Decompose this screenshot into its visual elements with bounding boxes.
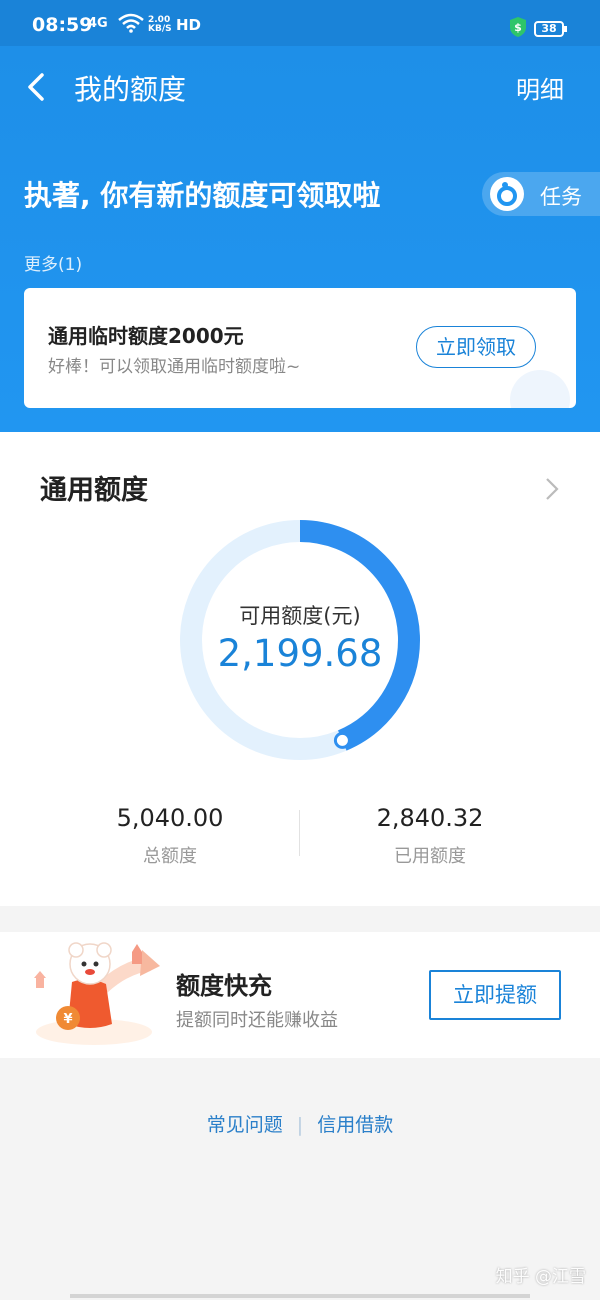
boost-title: 额度快充 <box>176 972 272 1000</box>
network-speed-unit: KB/S <box>148 24 172 34</box>
hd-indicator: HD <box>176 16 202 34</box>
available-quota-value: 2,199.68 <box>217 632 383 675</box>
watermark: 知乎 @江雪 <box>495 1267 586 1287</box>
mascot-illustration: ¥ <box>34 942 160 1045</box>
card-subtitle: 好棒！可以领取通用临时额度啦~ <box>48 357 301 377</box>
chevron-right-icon[interactable] <box>544 476 560 502</box>
task-label: 任务 <box>540 185 582 209</box>
signal-icon: 4G <box>88 16 108 31</box>
detail-link[interactable]: 明细 <box>516 70 564 105</box>
used-quota-label: 已用额度 <box>394 846 466 867</box>
credit-loan-link[interactable]: 信用借款 <box>317 1110 393 1137</box>
boost-subtitle: 提额同时还能赚收益 <box>176 1010 338 1031</box>
status-time: 08:59 <box>32 14 93 36</box>
card-decoration <box>510 370 570 408</box>
ring-indicator-dot <box>333 731 351 749</box>
security-shield-icon: $ <box>510 17 526 37</box>
footer-links: 常见问题 | 信用借款 <box>0 1110 600 1137</box>
temporary-quota-card: 通用临时额度2000元 好棒！可以领取通用临时额度啦~ 立即领取 <box>24 288 576 408</box>
header: 我的额度 明细 执著, 你有新的额度可领取啦 任务 更多(1) 通用临时额度20… <box>0 46 600 432</box>
total-quota-label: 总额度 <box>143 846 197 867</box>
total-quota-value: 5,040.00 <box>116 804 224 832</box>
used-quota-value: 2,840.32 <box>376 804 484 832</box>
claim-now-button[interactable]: 立即领取 <box>416 326 536 368</box>
faq-link[interactable]: 常见问题 <box>207 1110 283 1137</box>
wifi-icon <box>118 13 144 33</box>
section-title: 通用额度 <box>40 475 148 506</box>
home-indicator <box>70 1294 530 1298</box>
general-quota-section: 通用额度 可用额度(元) 2,199.68 5,040.00 总额度 2,840… <box>0 432 600 906</box>
network-speed: 2.00 KB/S <box>148 16 172 34</box>
card-title: 通用临时额度2000元 <box>48 324 244 348</box>
task-icon <box>490 177 524 211</box>
headline: 执著, 你有新的额度可领取啦 <box>24 179 381 212</box>
boost-now-button[interactable]: 立即提额 <box>429 970 561 1020</box>
back-arrow-icon[interactable] <box>24 72 48 102</box>
page-title: 我的额度 <box>74 73 187 106</box>
task-button[interactable]: 任务 <box>482 172 600 216</box>
svg-text:$: $ <box>514 21 522 34</box>
coin-symbol: ¥ <box>63 1012 72 1027</box>
quota-boost-section: ¥ 额度快充 提额同时还能赚收益 立即提额 <box>0 932 600 1058</box>
more-link[interactable]: 更多(1) <box>24 250 82 275</box>
available-quota-label: 可用额度(元) <box>239 604 361 628</box>
battery-icon: 38 <box>534 21 567 37</box>
footer-separator: | <box>296 1114 304 1136</box>
status-bar: 08:59 4G 2.00 KB/S HD $ 38 <box>0 0 600 46</box>
